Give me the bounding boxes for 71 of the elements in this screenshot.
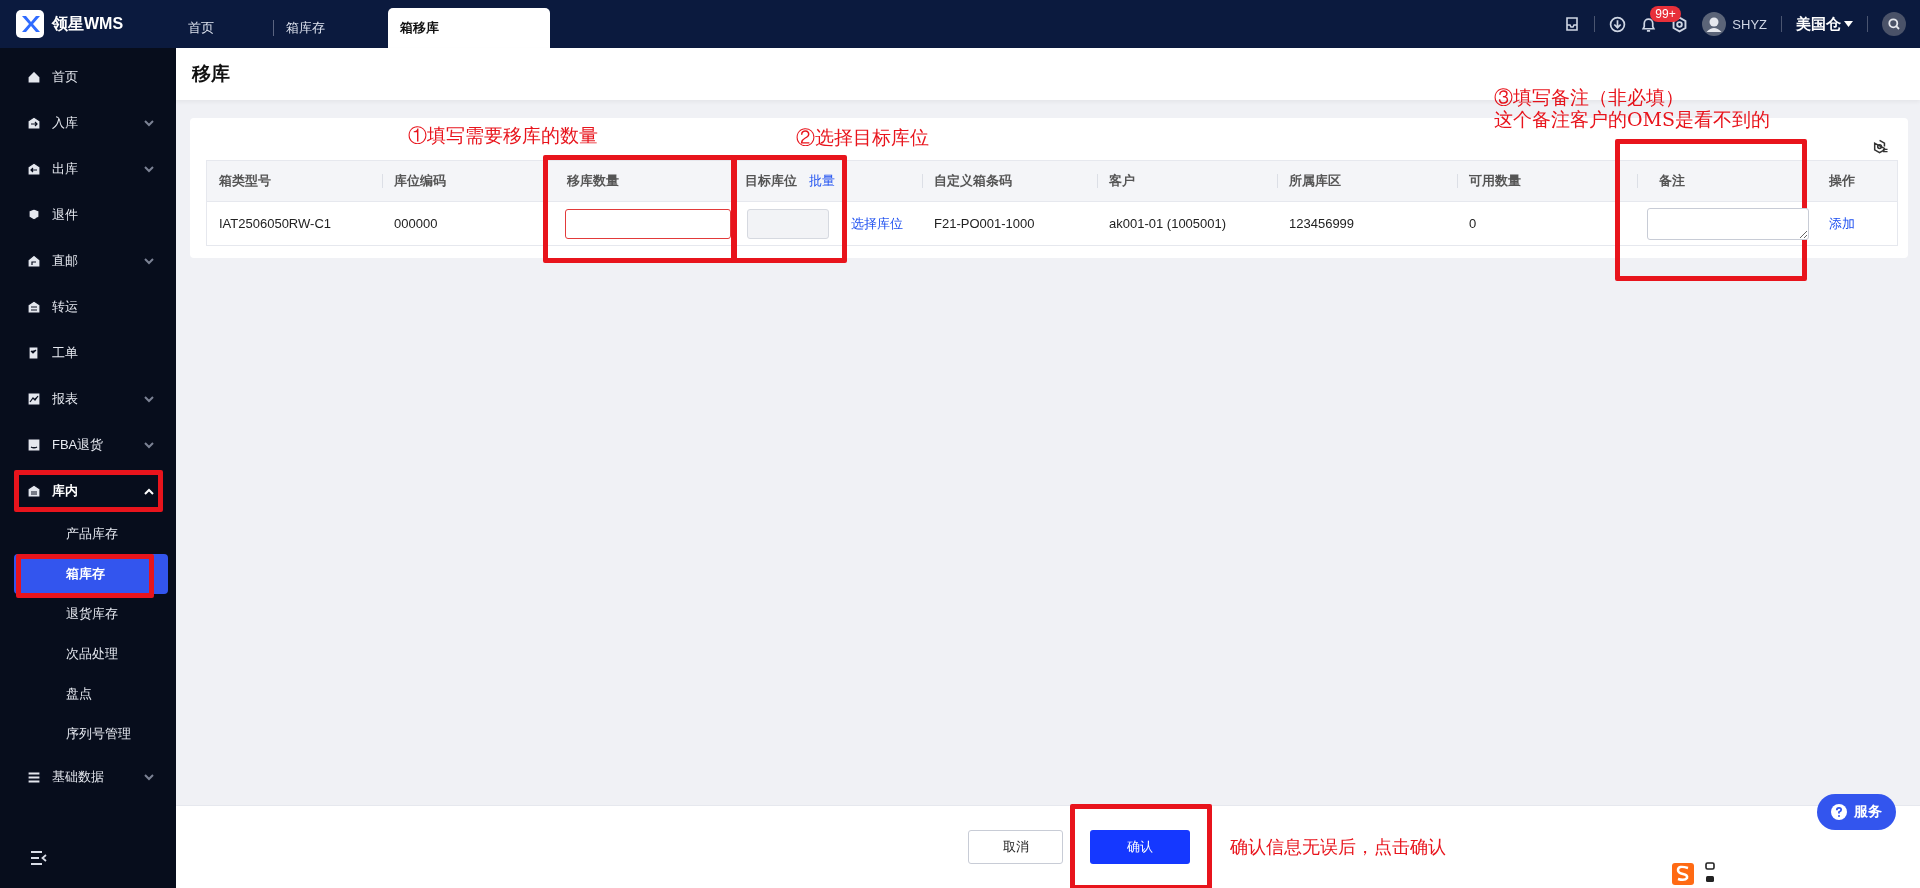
sidebar-item[interactable]: 转运 bbox=[0, 284, 176, 330]
sidebar-item[interactable]: 退件 bbox=[0, 192, 176, 238]
tab[interactable]: 首页 bbox=[176, 8, 273, 48]
house-icon bbox=[26, 253, 42, 269]
column-header: 备注 bbox=[1659, 172, 1685, 190]
sidebar-item[interactable]: FBA退货 bbox=[0, 422, 176, 468]
warehouse-dropdown[interactable]: 美国仓 bbox=[1796, 14, 1853, 34]
sidebar-item[interactable]: 报表 bbox=[0, 376, 176, 422]
confirm-button[interactable]: 确认 bbox=[1090, 830, 1190, 864]
sidebar-item[interactable]: 直邮 bbox=[0, 238, 176, 284]
remark-field[interactable] bbox=[1647, 207, 1809, 240]
table-icon bbox=[26, 769, 42, 785]
caret-icon bbox=[1844, 21, 1853, 27]
tab[interactable]: 箱库存 bbox=[274, 8, 371, 48]
sidebar-item[interactable]: 首页 bbox=[0, 54, 176, 100]
house-arrow-icon bbox=[26, 161, 42, 177]
sidebar-item[interactable]: 基础数据 bbox=[0, 754, 176, 800]
page-title: 移库 bbox=[192, 62, 230, 86]
sidebar-subitem[interactable]: 盘点 bbox=[14, 674, 168, 714]
inbox-icon[interactable] bbox=[1564, 16, 1581, 32]
cancel-button[interactable]: 取消 bbox=[968, 830, 1063, 864]
bell-icon[interactable] bbox=[1640, 15, 1658, 33]
annotation-text: ③填写备注（非必填） 这个备注客户的OMS是看不到的 bbox=[1494, 86, 1771, 130]
sidebar-item[interactable]: 工单 bbox=[0, 330, 176, 376]
batch-link[interactable]: 批量 bbox=[809, 172, 835, 190]
sidebar-subitem[interactable]: 退货库存 bbox=[14, 594, 168, 634]
column-header: 箱类型号 bbox=[219, 172, 271, 190]
column-header: 客户 bbox=[1109, 172, 1135, 190]
column-header: 操作 bbox=[1829, 172, 1855, 190]
column-header: 可用数量 bbox=[1469, 172, 1521, 190]
column-header: 库位编码 bbox=[394, 172, 446, 190]
house-lines-icon bbox=[26, 483, 42, 499]
annotation-text: ①填写需要移库的数量 bbox=[408, 124, 598, 146]
sidebar-subitem[interactable]: 次品处理 bbox=[14, 634, 168, 674]
notification-badge: 99+ bbox=[1650, 5, 1681, 22]
sidebar-subitem[interactable]: 产品库存 bbox=[14, 514, 168, 554]
column-header: 自定义箱条码 bbox=[934, 172, 1012, 190]
chart-icon bbox=[26, 391, 42, 407]
parcel-icon bbox=[26, 207, 42, 223]
table-cell: F21-PO001-1000 bbox=[934, 216, 1035, 231]
service-button[interactable]: 服务 bbox=[1817, 794, 1896, 830]
sidebar-item[interactable]: 出库 bbox=[0, 146, 176, 192]
help-icon bbox=[1831, 804, 1847, 820]
logo-icon bbox=[16, 10, 44, 38]
app-name: 领星WMS bbox=[52, 13, 124, 34]
table-cell: 0 bbox=[1469, 216, 1477, 231]
house-lines-icon bbox=[26, 299, 42, 315]
column-header: 所属库区 bbox=[1289, 172, 1341, 190]
download-icon[interactable] bbox=[1609, 15, 1627, 33]
table-cell: 000000 bbox=[394, 216, 438, 231]
add-link[interactable]: 添加 bbox=[1829, 214, 1855, 233]
avatar-icon[interactable] bbox=[1702, 12, 1727, 36]
tab[interactable]: 箱移库 bbox=[388, 8, 550, 48]
quantity-field[interactable] bbox=[565, 208, 731, 239]
house-arrow-icon bbox=[26, 115, 42, 131]
select-location-link[interactable]: 选择库位 bbox=[851, 214, 903, 233]
sidebar-subitem[interactable]: 序列号管理 bbox=[14, 714, 168, 754]
annotation-text: 确认信息无误后，点击确认 bbox=[1230, 836, 1446, 858]
table-cell: ak001-01 (1005001) bbox=[1109, 216, 1227, 231]
search-icon[interactable] bbox=[1882, 12, 1906, 36]
table-cell: 123456999 bbox=[1289, 216, 1355, 231]
column-header: 目标库位 bbox=[745, 172, 797, 190]
annotation-text: ②选择目标库位 bbox=[796, 126, 929, 148]
sidebar-item[interactable]: 库内 bbox=[0, 468, 176, 514]
column-header: 移库数量 bbox=[567, 172, 619, 190]
sidebar-item[interactable]: 入库 bbox=[0, 100, 176, 146]
table-cell: IAT2506050RW-C1 bbox=[219, 216, 331, 231]
user-name[interactable]: SHYZ bbox=[1732, 16, 1767, 32]
column-settings-icon[interactable] bbox=[1873, 138, 1888, 154]
house-icon bbox=[26, 69, 42, 85]
collapse-menu-icon[interactable] bbox=[30, 850, 48, 866]
